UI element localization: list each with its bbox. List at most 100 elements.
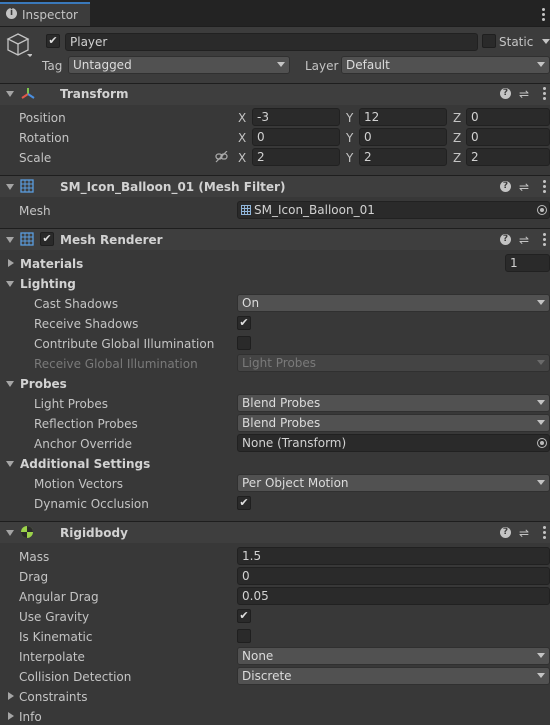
chevron-down-icon [277,62,285,67]
drag-field[interactable]: 0 [237,567,550,585]
materials-count-field[interactable]: 1 [505,254,550,272]
active-checkbox[interactable]: ✔ [46,34,60,48]
grid-icon [20,179,34,193]
reflection-probes-dropdown[interactable]: Blend Probes [237,414,550,432]
static-checkbox[interactable] [482,34,496,48]
axis-z-label[interactable]: Z [453,130,461,146]
additional-settings-label[interactable]: Additional Settings [20,456,150,472]
scale-z-field[interactable]: 2 [466,148,550,166]
preset-sliders-icon[interactable]: ⇌ [517,87,531,101]
receive-shadows-label: Receive Shadows [34,317,139,331]
materials-foldout-icon[interactable] [8,259,14,267]
mesh-value: SM_Icon_Balloon_01 [254,203,375,217]
help-icon[interactable]: ? [500,88,511,99]
info-label[interactable]: Info [19,709,42,725]
cast-shadows-label: Cast Shadows [34,297,119,311]
lock-link-icon[interactable] [215,151,229,163]
reflection-probes-label: Reflection Probes [34,417,138,431]
kebab-menu-icon[interactable] [543,180,546,195]
kebab-menu-icon[interactable] [543,233,546,248]
help-icon[interactable]: ? [500,527,511,538]
axis-x-label[interactable]: X [238,110,246,126]
mesh-filter-foldout-icon[interactable] [6,184,14,190]
axis-z-label[interactable]: Z [453,110,461,126]
preset-sliders-icon[interactable]: ⇌ [517,233,531,247]
name-field[interactable]: Player [65,33,478,51]
cube-icon[interactable] [6,32,32,60]
mesh-object-field[interactable]: SM_Icon_Balloon_01 [237,201,550,219]
chevron-down-icon [537,62,545,67]
rigidbody-foldout-icon[interactable] [6,530,14,536]
preset-sliders-icon[interactable]: ⇌ [517,180,531,194]
chevron-down-icon [537,673,545,678]
axis-x-label[interactable]: X [238,130,246,146]
mesh-renderer-title: Mesh Renderer [60,233,163,247]
mass-field[interactable]: 1.5 [237,547,550,565]
motion-vectors-value: Per Object Motion [242,476,349,490]
anchor-override-label: Anchor Override [34,437,133,451]
cast-shadows-dropdown[interactable]: On [237,294,550,312]
light-probes-value: Blend Probes [242,396,321,410]
axis-x-label[interactable]: X [238,150,246,166]
rotation-x-field[interactable]: 0 [252,128,340,146]
anchor-override-field[interactable]: None (Transform) [237,434,550,452]
mesh-renderer-enabled-checkbox[interactable]: ✔ [40,232,54,246]
tag-dropdown[interactable]: Untagged [68,56,290,74]
rigidbody-icon [21,526,33,538]
mesh-renderer-foldout-icon[interactable] [6,237,14,243]
help-icon[interactable]: ? [500,234,511,245]
object-picker-icon[interactable] [537,205,547,215]
axis-y-label[interactable]: Y [346,130,353,146]
info-foldout-icon[interactable] [8,712,14,720]
mesh-grid-icon [241,205,251,215]
motion-vectors-dropdown[interactable]: Per Object Motion [237,474,550,492]
collision-detection-value: Discrete [242,669,292,683]
receive-gi-dropdown: Light Probes [237,354,550,372]
help-icon[interactable]: ? [500,181,511,192]
use-gravity-checkbox[interactable]: ✔ [237,609,251,623]
axis-y-label[interactable]: Y [346,110,353,126]
lighting-foldout-icon[interactable] [6,281,14,287]
position-z-field[interactable]: 0 [466,108,550,126]
scale-x-field[interactable]: 2 [252,148,340,166]
constraints-foldout-icon[interactable] [8,692,14,700]
rotation-y-field[interactable]: 0 [359,128,447,146]
light-probes-dropdown[interactable]: Blend Probes [237,394,550,412]
collision-detection-dropdown[interactable]: Discrete [237,667,550,685]
axis-z-label[interactable]: Z [453,150,461,166]
constraints-label[interactable]: Constraints [19,689,87,705]
kebab-menu-icon[interactable] [543,87,546,102]
tab-kebab-menu-icon[interactable] [542,8,545,23]
chevron-down-icon [537,480,545,485]
inspector-tab[interactable]: i Inspector [0,2,90,26]
rotation-z-field[interactable]: 0 [466,128,550,146]
preset-sliders-icon[interactable]: ⇌ [517,526,531,540]
scale-y-field[interactable]: 2 [359,148,447,166]
materials-label[interactable]: Materials [20,256,83,272]
probes-foldout-icon[interactable] [6,381,14,387]
is-kinematic-checkbox[interactable] [237,629,251,643]
transform-title: Transform [60,87,129,101]
position-x-field[interactable]: -3 [252,108,340,126]
dynamic-occlusion-checkbox[interactable]: ✔ [237,496,251,510]
receive-shadows-checkbox[interactable]: ✔ [237,316,251,330]
tab-title: Inspector [22,8,78,22]
static-dropdown-arrow[interactable] [542,39,550,44]
object-picker-icon[interactable] [537,438,547,448]
position-y-field[interactable]: 12 [359,108,447,126]
probes-label[interactable]: Probes [20,376,67,392]
contribute-gi-checkbox[interactable] [237,336,251,350]
transform-foldout-icon[interactable] [6,91,14,97]
additional-settings-foldout-icon[interactable] [6,461,14,467]
interpolate-dropdown[interactable]: None [237,647,550,665]
mesh-label: Mesh [19,204,51,218]
transform-axes-icon [21,88,35,99]
rigidbody-title: Rigidbody [60,526,128,540]
lighting-label[interactable]: Lighting [20,276,76,292]
transform-row-label: Scale [19,151,52,165]
axis-y-label[interactable]: Y [346,150,353,166]
kebab-menu-icon[interactable] [543,526,546,541]
static-label: Static [499,35,534,49]
layer-dropdown[interactable]: Default [341,56,550,74]
angular-drag-field[interactable]: 0.05 [237,587,550,605]
